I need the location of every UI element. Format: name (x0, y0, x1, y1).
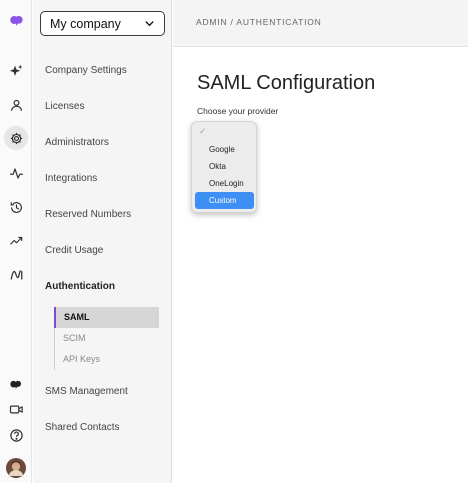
app-logo-icon[interactable] (4, 8, 28, 32)
nav-item-authentication[interactable]: Authentication (45, 281, 115, 292)
activity-icon[interactable] (4, 161, 28, 185)
sparkle-icon[interactable] (4, 59, 28, 83)
nav-item-credit-usage[interactable]: Credit Usage (45, 245, 103, 256)
nav-item-shared-contacts[interactable]: Shared Contacts (45, 422, 120, 433)
nav-item-licenses[interactable]: Licenses (45, 101, 84, 112)
settings-nav: My company Company Settings Licenses Adm… (33, 0, 172, 483)
provider-label: Choose your provider (197, 106, 279, 116)
chevron-down-icon (145, 21, 154, 27)
subnav-item-scim[interactable]: SCIM (54, 328, 159, 349)
nav-item-reserved-numbers[interactable]: Reserved Numbers (45, 209, 131, 220)
check-icon: ✓ (199, 126, 207, 136)
page-title: SAML Configuration (197, 72, 376, 94)
help-icon[interactable] (4, 423, 28, 447)
avatar[interactable] (4, 456, 28, 480)
chat-icon[interactable] (4, 372, 28, 396)
icon-rail (0, 0, 32, 483)
nav-item-integrations[interactable]: Integrations (45, 173, 97, 184)
subnav-item-saml[interactable]: SAML (54, 307, 159, 328)
company-selector[interactable]: My company (40, 11, 165, 36)
provider-option-okta[interactable]: Okta (195, 158, 254, 175)
provider-option-onelogin[interactable]: OneLogin (195, 175, 254, 192)
provider-option-custom[interactable]: Custom (195, 192, 254, 209)
ai-icon[interactable] (4, 262, 28, 286)
provider-option-google[interactable]: Google (195, 141, 254, 158)
company-name: My company (50, 16, 121, 31)
history-icon[interactable] (4, 195, 28, 219)
trend-icon[interactable] (4, 228, 28, 252)
provider-dropdown[interactable]: ✓ Google Okta OneLogin Custom (191, 121, 257, 213)
user-icon[interactable] (4, 93, 28, 117)
nav-item-administrators[interactable]: Administrators (45, 137, 109, 148)
nav-item-sms-management[interactable]: SMS Management (45, 386, 128, 397)
nav-item-company-settings[interactable]: Company Settings (45, 65, 127, 76)
gear-icon[interactable] (4, 126, 28, 150)
breadcrumb: ADMIN / AUTHENTICATION (196, 17, 322, 27)
subnav-item-api-keys[interactable]: API Keys (54, 349, 159, 370)
top-bar: ADMIN / AUTHENTICATION (173, 0, 468, 47)
video-icon[interactable] (4, 397, 28, 421)
